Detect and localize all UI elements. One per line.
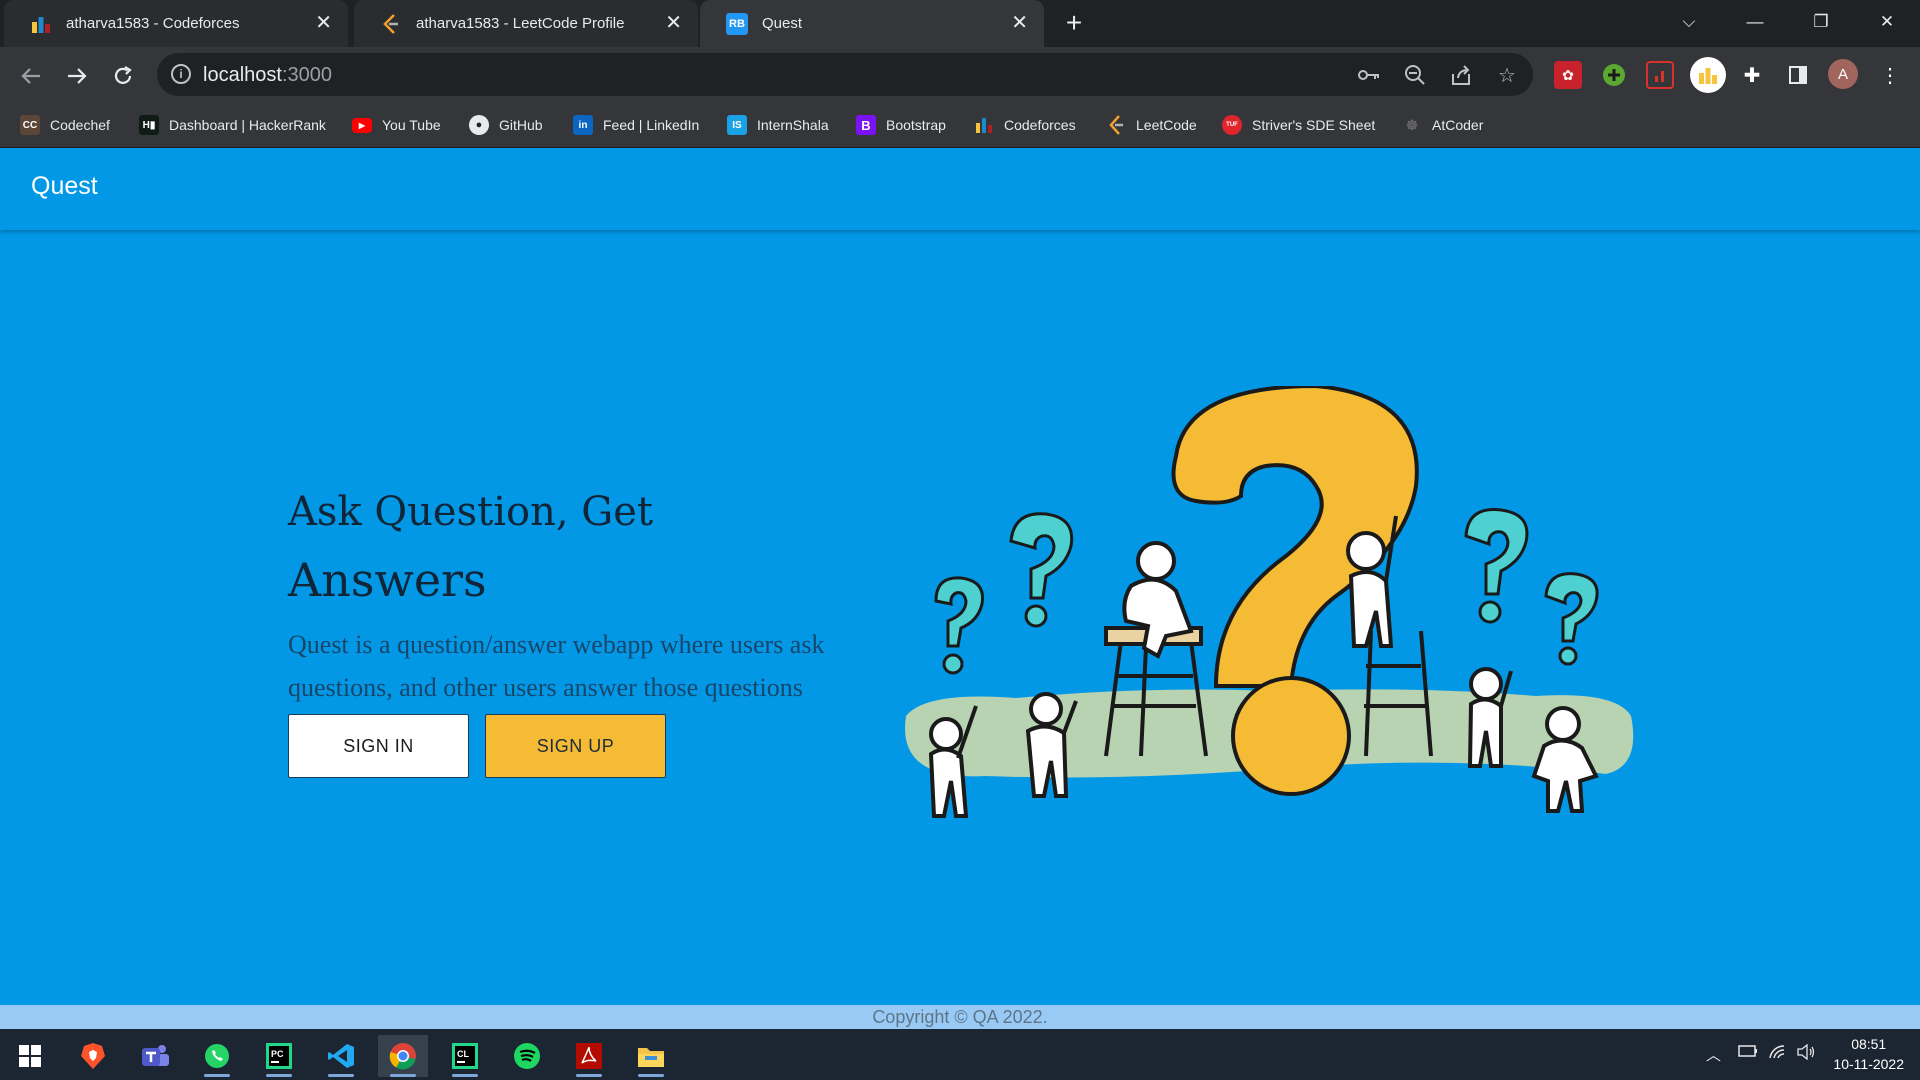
- leetcode-icon: [1106, 115, 1126, 135]
- bookmark-bootstrap[interactable]: B Bootstrap: [856, 111, 946, 139]
- bookmark-linkedin[interactable]: in Feed | LinkedIn: [573, 111, 699, 139]
- bookmark-star-icon[interactable]: ☆: [1495, 63, 1519, 87]
- share-icon[interactable]: [1449, 63, 1473, 87]
- tuf-icon: TUF: [1222, 115, 1242, 135]
- volume-icon[interactable]: [1796, 1043, 1816, 1064]
- side-panel-icon[interactable]: [1784, 61, 1812, 89]
- extension-chart-icon[interactable]: [1646, 61, 1674, 89]
- extension-red-icon[interactable]: ✿: [1554, 61, 1582, 89]
- tab-strip: atharva1583 - Codeforces ✕ atharva1583 -…: [0, 0, 1920, 47]
- address-bar[interactable]: i localhost:3000 ☆: [157, 53, 1533, 96]
- battery-icon[interactable]: [1738, 1044, 1758, 1062]
- bookmark-internshala[interactable]: IS InternShala: [727, 111, 829, 139]
- internshala-icon: IS: [727, 115, 747, 135]
- bookmark-atcoder[interactable]: ☸ AtCoder: [1402, 111, 1484, 139]
- file-explorer-icon[interactable]: [626, 1035, 676, 1077]
- chrome-icon[interactable]: [378, 1035, 428, 1077]
- menu-kebab-icon[interactable]: ⋮: [1876, 61, 1904, 89]
- app-navbar: Quest: [0, 148, 1920, 230]
- linkedin-icon: in: [573, 115, 593, 135]
- vscode-icon[interactable]: [316, 1035, 366, 1077]
- zoom-icon[interactable]: [1403, 63, 1427, 87]
- bookmark-codechef[interactable]: CC Codechef: [20, 111, 110, 139]
- wifi-icon[interactable]: [1768, 1044, 1786, 1064]
- arrow-right-icon: [68, 68, 87, 84]
- bookmark-codeforces[interactable]: Codeforces: [974, 111, 1076, 139]
- bookmark-leetcode[interactable]: LeetCode: [1106, 111, 1197, 139]
- spotify-icon[interactable]: [502, 1035, 552, 1077]
- bookmark-hackerrank[interactable]: H▮ Dashboard | HackerRank: [139, 111, 326, 139]
- tab-search-chevron-icon[interactable]: ⌵: [1658, 0, 1720, 44]
- atcoder-icon: ☸: [1405, 116, 1419, 133]
- hero-headline: Ask Question, Get Answers: [288, 489, 653, 607]
- teams-icon[interactable]: [130, 1035, 180, 1077]
- bookmark-strivers-sde-sheet[interactable]: TUF Striver's SDE Sheet: [1222, 111, 1375, 139]
- tab-quest[interactable]: RB Quest ✕: [700, 0, 1044, 47]
- clion-icon[interactable]: CL: [440, 1035, 490, 1077]
- codechef-icon: CC: [20, 115, 40, 135]
- leetcode-icon: [380, 13, 402, 35]
- windows-start-icon[interactable]: [5, 1035, 55, 1077]
- restore-button[interactable]: ❐: [1790, 0, 1852, 44]
- acrobat-icon[interactable]: [564, 1035, 614, 1077]
- sign-in-button[interactable]: SIGN IN: [288, 714, 469, 778]
- windows-taskbar: PC CL ︿ 08:51 10-11-2022: [0, 1029, 1920, 1080]
- taskbar-clock[interactable]: 08:51 10-11-2022: [1833, 1034, 1904, 1074]
- extensions-puzzle-icon[interactable]: ✚: [1738, 61, 1766, 89]
- bookmark-github[interactable]: ● GitHub: [469, 111, 543, 139]
- site-info-icon[interactable]: i: [171, 64, 191, 84]
- svg-text:PC: PC: [271, 1049, 284, 1059]
- url-text: localhost:3000: [203, 64, 332, 86]
- reload-icon: [114, 66, 132, 84]
- close-icon[interactable]: ✕: [1011, 13, 1028, 33]
- hero-text-block: Ask Question, Get Answers Quest is a que…: [288, 478, 888, 709]
- question-mark-dot: [1231, 676, 1351, 796]
- extension-bars-icon[interactable]: [1690, 57, 1726, 93]
- hackerrank-icon: H▮: [139, 115, 159, 135]
- github-icon: ●: [469, 115, 489, 135]
- bookmark-youtube[interactable]: ▶ You Tube: [352, 111, 441, 139]
- arrow-left-icon: [21, 68, 40, 84]
- youtube-icon: ▶: [352, 117, 372, 133]
- footer: Copyright © QA 2022.: [0, 1005, 1920, 1029]
- svg-text:CL: CL: [457, 1049, 469, 1059]
- browser-toolbar: i localhost:3000 ☆ ✿ ✚ A ⋮: [0, 47, 1920, 103]
- key-icon[interactable]: [1357, 63, 1381, 87]
- close-icon[interactable]: ✕: [665, 13, 682, 33]
- reload-button[interactable]: [106, 59, 140, 93]
- bookmarks-bar: CC Codechef H▮ Dashboard | HackerRank ▶ …: [0, 103, 1920, 148]
- back-button[interactable]: [14, 59, 48, 93]
- chevron-up-icon[interactable]: ︿: [1706, 1044, 1721, 1065]
- bootstrap-icon: B: [856, 115, 876, 135]
- react-bootstrap-icon: RB: [726, 12, 748, 35]
- profile-avatar[interactable]: A: [1828, 59, 1858, 89]
- brand-logo-text[interactable]: Quest: [31, 172, 98, 201]
- hero-description: Quest is a question/answer webapp where …: [288, 630, 825, 702]
- close-window-button[interactable]: ✕: [1856, 0, 1918, 44]
- whatsapp-icon[interactable]: [192, 1035, 242, 1077]
- close-icon[interactable]: ✕: [315, 13, 332, 33]
- question-people-illustration: [905, 386, 1634, 818]
- page-viewport: Quest Ask Question, Get Answers Quest is…: [0, 148, 1920, 1029]
- codeforces-icon: [974, 115, 994, 135]
- sign-up-button[interactable]: SIGN UP: [485, 714, 666, 778]
- forward-button[interactable]: [60, 59, 94, 93]
- codeforces-icon: [30, 13, 52, 35]
- tab-codeforces[interactable]: atharva1583 - Codeforces ✕: [4, 0, 348, 47]
- tab-leetcode[interactable]: atharva1583 - LeetCode Profile ✕: [354, 0, 698, 47]
- minimize-button[interactable]: —: [1724, 0, 1786, 44]
- extension-green-plus-icon[interactable]: [1600, 61, 1628, 89]
- brave-icon[interactable]: [68, 1035, 118, 1077]
- new-tab-button[interactable]: +: [1058, 9, 1090, 39]
- pycharm-icon[interactable]: PC: [254, 1035, 304, 1077]
